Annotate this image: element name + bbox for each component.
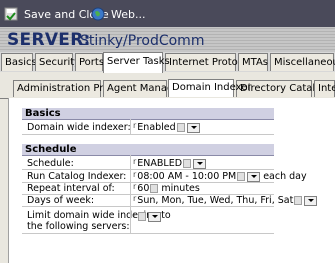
repeat-interval-suffix: minutes [161, 183, 200, 194]
field-end-marker [176, 123, 185, 132]
web-label: Web... [111, 7, 146, 21]
dropdown-arrow-icon[interactable] [148, 211, 162, 222]
document-header: SERVER: Stinky/ProdComm [0, 27, 335, 52]
tab-internet-protocols[interactable]: Internet Protocols [165, 53, 257, 71]
days-of-week-value: Sun, Mon, Tue, Wed, Thu, Fri, Sat [137, 195, 294, 206]
limit-indexing-field[interactable]: r [133, 210, 162, 222]
days-of-week-field[interactable]: r Sun, Mon, Tue, Wed, Thu, Fri, Sat [133, 194, 318, 206]
action-toolbar: Save and Close Web... [0, 0, 335, 28]
days-of-week-label: Days of week: [27, 195, 95, 206]
run-catalog-indexer-label: Run Catalog Indexer: [27, 171, 127, 182]
subtab-administration-process[interactable]: Administration Process [13, 80, 131, 97]
section-title-schedule: Schedule [22, 144, 274, 155]
field-end-marker [294, 196, 303, 205]
schedule-field[interactable]: r ENABLED [133, 157, 207, 169]
row-divider [22, 233, 274, 234]
column-divider [130, 119, 131, 135]
row-divider [22, 134, 274, 135]
tab-label: MTAs [242, 57, 269, 68]
server-name: Stinky/ProdComm [80, 33, 205, 49]
save-close-icon [4, 7, 18, 21]
repeat-interval-label: Repeat interval of: [27, 183, 115, 194]
subtab-label: Domain Indexer [172, 82, 252, 93]
globe-icon [91, 7, 105, 21]
field-end-marker [138, 212, 147, 221]
column-divider [130, 155, 131, 234]
main-tab-bar: Basics Security Ports Server Tasks Inter… [0, 52, 335, 73]
web-button[interactable]: Web... [91, 6, 145, 22]
tab-label: Miscellaneous [274, 57, 335, 68]
dropdown-arrow-icon[interactable] [304, 195, 318, 206]
run-catalog-indexer-value: 08:00 AM - 10:00 PM [137, 171, 237, 182]
schedule-label: Schedule: [27, 158, 74, 169]
tab-label: Ports [79, 57, 105, 68]
field-start-marker: r [133, 170, 137, 179]
section-rule [22, 119, 274, 120]
subtab-domain-indexer[interactable]: Domain Indexer [168, 79, 251, 97]
domain-indexer-value: Enabled [137, 122, 176, 133]
tab-label: Server Tasks [107, 56, 170, 67]
subtab-agent-manager[interactable]: Agent Manager [103, 80, 184, 97]
row-divider [22, 206, 274, 207]
field-start-marker: r [133, 182, 137, 191]
tab-label: Basics [5, 57, 37, 68]
repeat-interval-field[interactable]: r 60 minutes [133, 182, 200, 194]
schedule-value: ENABLED [137, 158, 183, 169]
field-end-marker [183, 159, 192, 168]
section-title-basics: Basics [22, 108, 274, 119]
tab-mtas[interactable]: MTAs [238, 53, 268, 71]
field-end-marker [150, 184, 159, 193]
field-start-marker: r [133, 210, 137, 219]
tab-label: Security [39, 57, 81, 68]
section-rule [22, 155, 274, 156]
repeat-interval-value: 60 [137, 183, 150, 194]
field-start-marker: r [133, 121, 137, 130]
tab-security[interactable]: Security [35, 53, 80, 71]
subtab-label: Inter [318, 83, 335, 94]
run-catalog-indexer-field[interactable]: r 08:00 AM - 10:00 PM each day [133, 170, 307, 182]
tab-server-tasks[interactable]: Server Tasks [103, 52, 170, 73]
dropdown-arrow-icon[interactable] [247, 171, 261, 182]
tab-ports[interactable]: Ports [75, 53, 105, 71]
dropdown-arrow-icon[interactable] [186, 122, 200, 133]
row-divider [22, 169, 274, 170]
domain-indexer-label: Domain wide indexer: [27, 122, 131, 133]
subtab-inter[interactable]: Inter [314, 80, 335, 97]
dropdown-arrow-icon[interactable] [193, 158, 207, 169]
field-end-marker [237, 172, 246, 181]
tab-miscellaneous[interactable]: Miscellaneous [270, 53, 335, 71]
run-catalog-suffix: each day [263, 171, 307, 182]
field-start-marker: r [133, 194, 137, 203]
server-label: SERVER: [7, 30, 91, 50]
limit-indexing-label-line2: the following servers: [27, 221, 130, 232]
field-start-marker: r [133, 157, 137, 166]
domain-indexer-field[interactable]: r Enabled [133, 121, 200, 133]
tab-basics[interactable]: Basics [1, 53, 37, 71]
